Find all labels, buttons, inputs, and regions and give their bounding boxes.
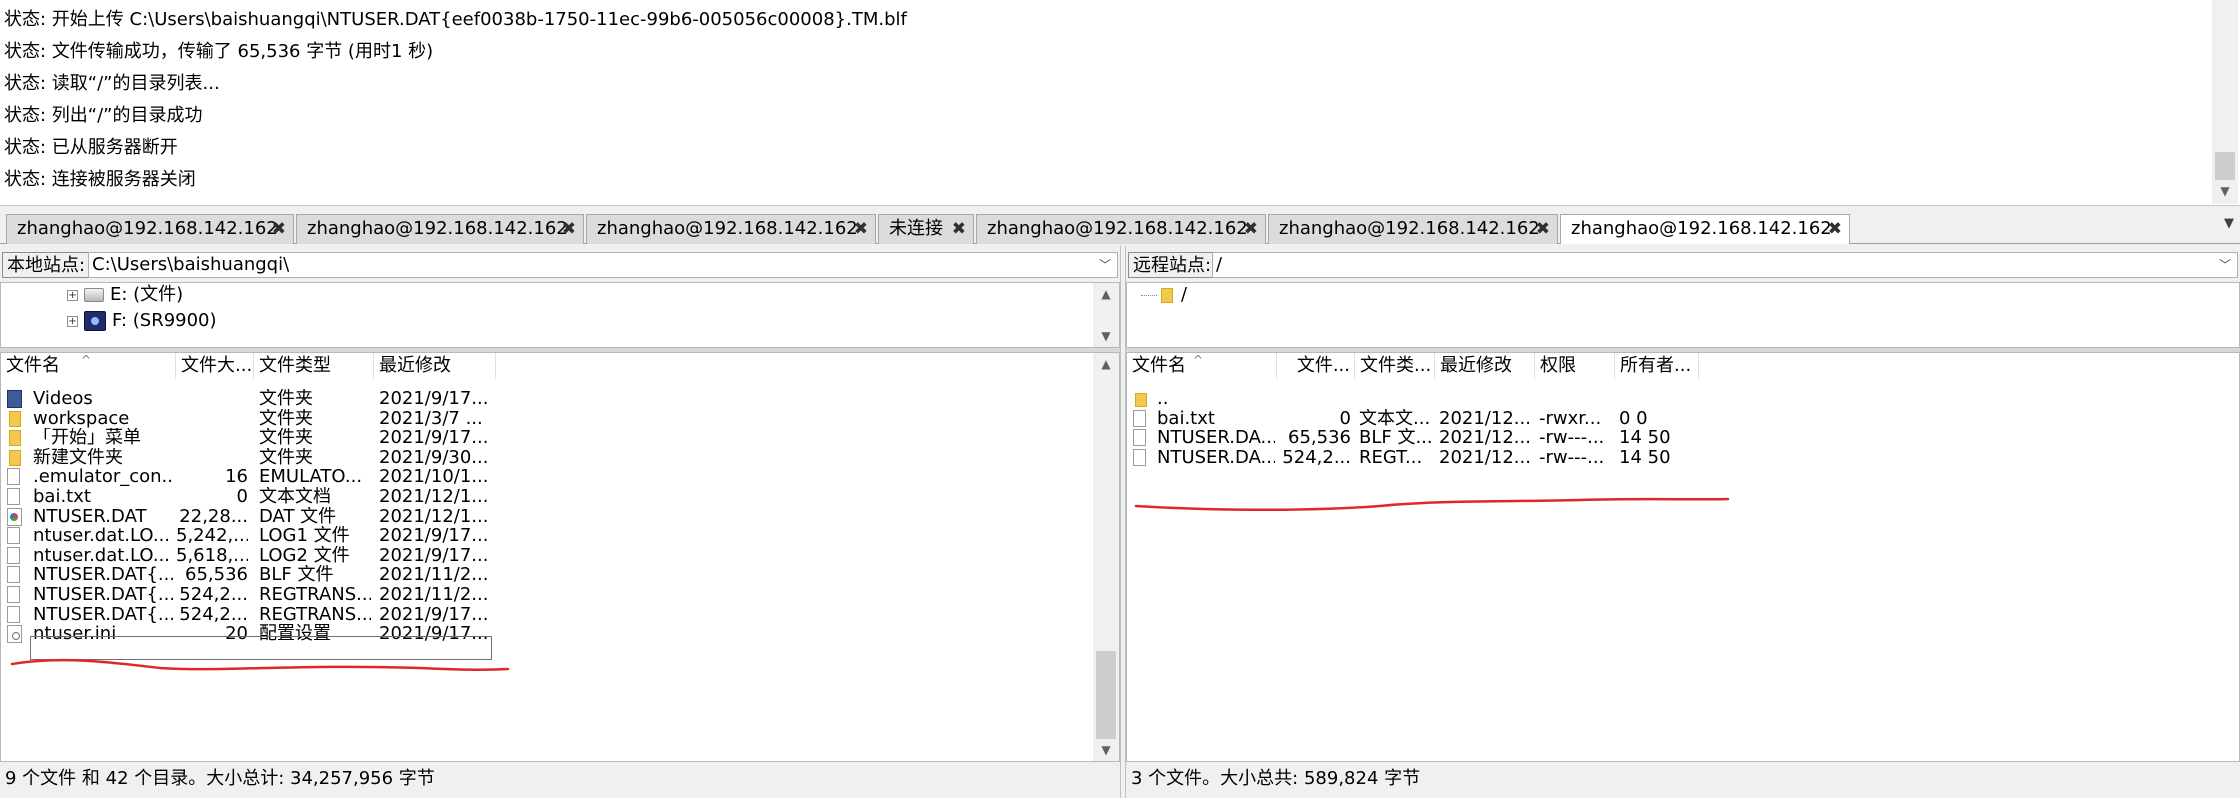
annotation-overlay [10, 497, 1730, 671]
annotation-underline-local [10, 658, 510, 671]
annotation-underline-remote [1134, 497, 1730, 512]
